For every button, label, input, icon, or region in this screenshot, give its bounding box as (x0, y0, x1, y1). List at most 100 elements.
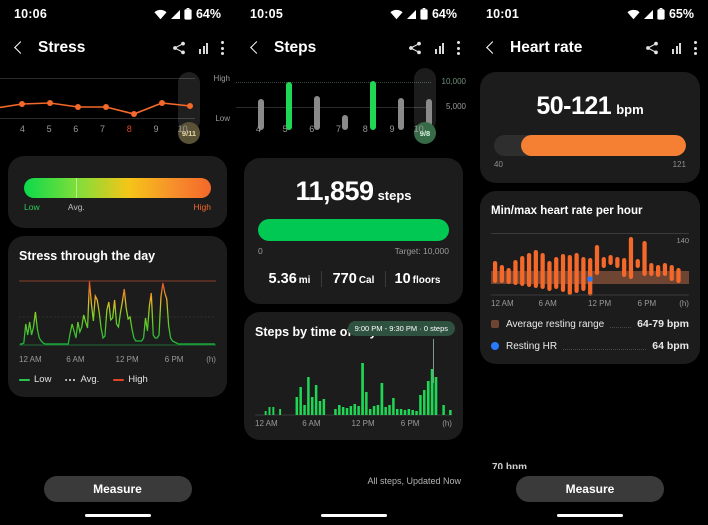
steps-x-axis: 4 5 6 7 8 9 10 (236, 124, 432, 134)
legend-label: Low (34, 374, 52, 385)
x-tick: 5 (46, 124, 52, 134)
x-tick: 12 PM (115, 355, 139, 364)
heart-rate-value: 50-121 (536, 92, 612, 120)
x-tick-today: 8 (362, 124, 368, 134)
legend-swatch (19, 378, 30, 381)
card-title: Stress through the day (19, 249, 156, 263)
legend-label: Average resting range (506, 318, 605, 330)
x-tick: 12 AM (255, 419, 278, 428)
status-bar: 10:05 64% (236, 0, 471, 28)
x-tick: 5 (282, 124, 288, 134)
x-tick: 6 PM (637, 299, 657, 308)
x-tick: 6 (73, 124, 79, 134)
share-icon[interactable] (172, 41, 186, 55)
x-tick: 9 (389, 124, 395, 134)
x-tick: 6 PM (400, 419, 420, 428)
stat-unit: mi (298, 275, 311, 286)
stress-day-chart[interactable] (19, 277, 216, 353)
header-actions (408, 41, 460, 55)
steps-footnote: All steps, Updated Now (367, 476, 461, 486)
measure-button[interactable]: Measure (516, 476, 664, 502)
x-tick: 4 (19, 124, 25, 134)
bar-chart-icon[interactable] (199, 42, 208, 54)
x-tick: 12 AM (19, 355, 42, 364)
stress-trend-line (0, 100, 193, 117)
measure-button[interactable]: Measure (43, 476, 192, 502)
stat-unit: floors (412, 275, 441, 286)
status-time: 10:06 (14, 7, 47, 21)
home-indicator[interactable] (84, 514, 151, 517)
steps-stats: 5.36 mi 770 Cal 10 floors (258, 270, 449, 288)
legend-item-avg: Avg. (65, 374, 99, 385)
steps-day-chart[interactable] (255, 355, 452, 417)
axis-label-10000: 10,000 (441, 77, 466, 86)
steps-headline: 11,859 steps (258, 176, 449, 207)
wifi-icon (390, 9, 403, 19)
heart-rate-range-card: 50-121 bpm 40 121 (480, 72, 700, 183)
axis-label-140: 140 (676, 236, 689, 245)
stat-value: 5.36 (268, 271, 297, 287)
legend-item-high: High (113, 374, 148, 385)
x-tick: 12 AM (491, 299, 514, 308)
x-tick: 6 AM (66, 355, 85, 364)
gauge-label-low: Low (24, 202, 40, 212)
stat-distance: 5.36 mi (258, 270, 321, 288)
screen-heart-rate: 10:01 65% Heart rate 50-121 bpm 40 121 M… (472, 0, 708, 525)
tooltip-stem (433, 339, 434, 383)
status-indicators: 65% (627, 7, 694, 21)
heart-rate-range-axis: 40 121 (494, 160, 686, 169)
heart-rate-range-bar (494, 135, 686, 156)
stress-weekly-chart[interactable]: High Low 9/11 4 5 6 7 8 9 10 (0, 72, 235, 144)
minmax-hr-chart[interactable] (491, 233, 689, 297)
axis-label-5000: 5,000 (445, 102, 466, 111)
steps-day-x-axis: 12 AM 6 AM 12 PM 6 PM (h) (255, 419, 452, 428)
signal-icon (406, 9, 416, 19)
gauge-avg-tick (76, 178, 78, 198)
x-tick: 6 AM (538, 299, 557, 308)
header-actions (172, 41, 224, 55)
steps-weekly-bars (258, 81, 432, 130)
signal-icon (643, 9, 653, 19)
x-tick: 12 PM (351, 419, 375, 428)
footer-steps: All steps, Updated Now (236, 470, 471, 525)
screenshot-root: 10:06 64% Stress High Low 9/11 4 5 6 7 8… (0, 0, 708, 525)
home-indicator[interactable] (557, 514, 623, 517)
footer-stress: Measure (0, 470, 235, 525)
resting-hr-point (587, 276, 593, 282)
x-tick: (h) (679, 299, 689, 308)
app-bar-heart-rate: Heart rate (472, 28, 708, 68)
back-arrow-icon[interactable] (247, 39, 265, 57)
overflow-menu-icon[interactable] (221, 41, 224, 55)
battery-icon (420, 8, 428, 20)
x-tick: (h) (442, 419, 452, 428)
steps-progress-bar (258, 219, 449, 241)
legend-swatch (491, 320, 499, 328)
home-indicator[interactable] (320, 514, 387, 517)
stress-gauge-labels: Low Avg. High (24, 202, 211, 212)
bar-chart-icon[interactable] (435, 42, 444, 54)
legend-dots (610, 320, 632, 328)
legend-value: 64-79 bpm (637, 318, 689, 330)
status-time: 10:01 (486, 7, 519, 21)
wifi-icon (627, 9, 640, 19)
battery-percent: 64% (431, 7, 457, 21)
legend-swatch (491, 342, 499, 350)
minmax-heart-rate-card: Min/max heart rate per hour 140 12 AM 6 … (480, 191, 700, 364)
bar-chart-icon[interactable] (672, 42, 681, 54)
share-icon[interactable] (645, 41, 659, 55)
header-actions (645, 41, 697, 55)
page-title: Stress (38, 39, 86, 56)
axis-label-low: Low (215, 114, 230, 123)
overflow-menu-icon[interactable] (457, 41, 460, 55)
x-tick: 4 (255, 124, 261, 134)
steps-summary-card: 11,859 steps 0 Target: 10,000 5.36 mi 770 C… (244, 158, 463, 304)
x-tick: 9 (153, 124, 159, 134)
back-arrow-icon[interactable] (483, 39, 501, 57)
back-arrow-icon[interactable] (11, 39, 29, 57)
steps-weekly-chart[interactable]: 10,000 5,000 9/8 4 5 6 7 8 9 10 (236, 68, 471, 146)
status-bar: 10:06 64% (0, 0, 235, 28)
share-icon[interactable] (408, 41, 422, 55)
app-bar-stress: Stress (0, 28, 235, 68)
overflow-menu-icon[interactable] (694, 41, 697, 55)
legend-label: Resting HR (506, 340, 558, 352)
